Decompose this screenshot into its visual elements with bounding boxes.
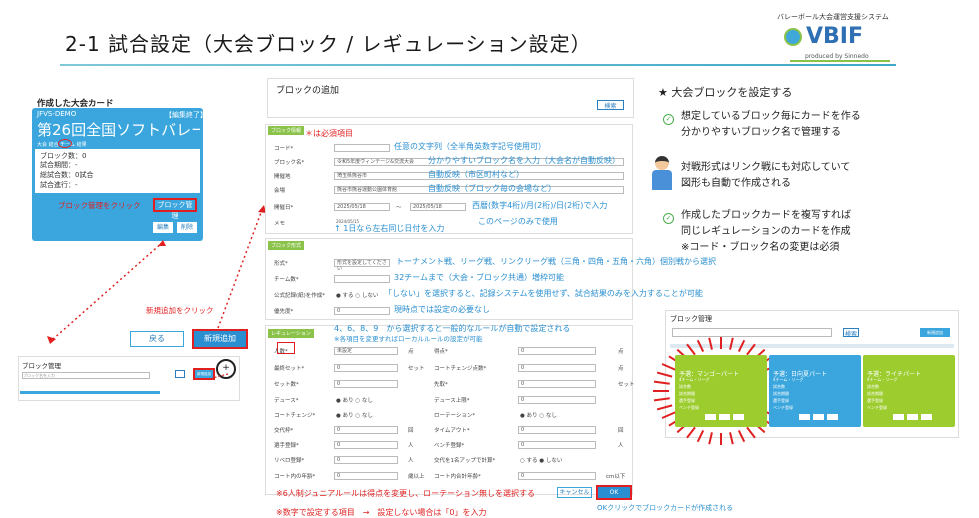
block-card-line: 試合期間 [773,391,789,396]
block-card-action-button[interactable] [813,414,824,420]
block-card-line: 選手登録 [867,398,883,403]
block-card-line: ベンチ登録 [773,405,793,410]
burst-line [746,426,756,439]
burst-lines [653,337,789,445]
burst-line [661,411,677,419]
burst-line [696,430,705,443]
block-card-action-button[interactable] [733,414,744,420]
burst-line [729,432,734,445]
burst-line [708,337,713,350]
block-card-action-button[interactable] [907,414,918,420]
burst-line [686,343,696,356]
burst-line [656,404,673,411]
block-card-line: 試合数 [679,384,691,389]
block-card-line: ベンチ登録 [679,405,699,410]
block-card-action-button[interactable] [921,414,932,420]
burst-line [661,363,677,371]
burst-line [708,432,713,445]
block-card-line: 試合数 [773,384,785,389]
block-card-action-button[interactable] [893,414,904,420]
block-card-line: 4チーム・リーグ [773,377,804,382]
burst-line [653,380,670,385]
block-card-action-button[interactable] [799,414,810,420]
block-card-action-button[interactable] [719,414,730,420]
burst-line [653,397,670,402]
block-card-line: 試合期間 [679,391,695,396]
burst-line [686,426,696,439]
block-card-action-button[interactable] [827,414,838,420]
block-card-line: 4チーム・リーグ [679,377,710,382]
block-card-line: 4チーム・リーグ [867,377,898,382]
burst-line [737,430,746,443]
block-card-line: ベンチ登録 [867,405,887,410]
burst-line [729,337,734,350]
block-card-action-button[interactable] [705,414,716,420]
block-card-line: 試合期間 [867,391,883,396]
block-card-line: 試合数 [867,384,879,389]
burst-line [746,343,756,356]
block-card-line: 選手登録 [679,398,695,403]
burst-line [737,339,746,352]
burst-line [656,371,673,378]
block-card-line: 選手登録 [773,398,789,403]
burst-line [696,339,705,352]
